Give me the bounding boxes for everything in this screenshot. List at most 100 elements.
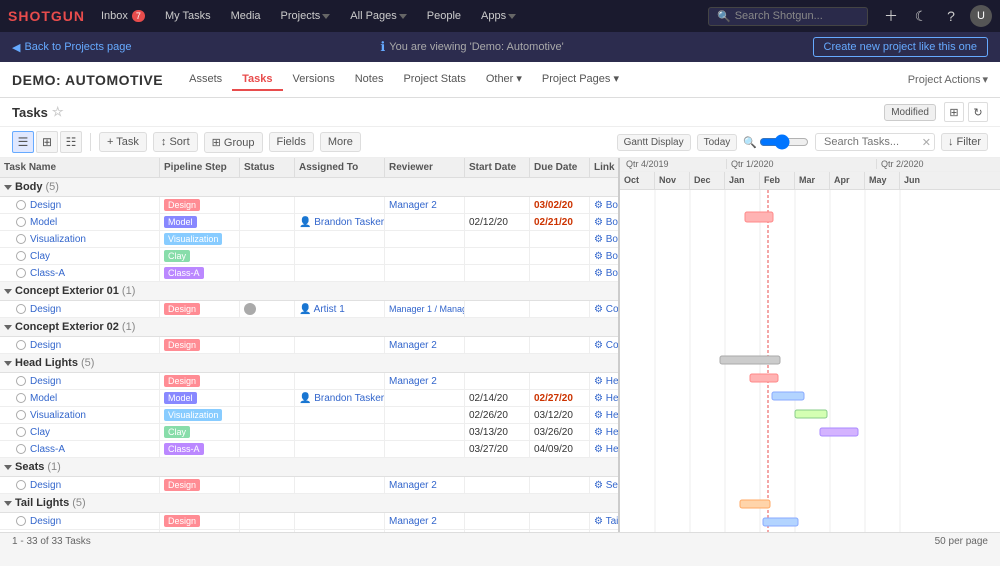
add-icon[interactable]: ＋ <box>880 5 902 27</box>
assigned-cell[interactable]: 👤 Brandon Tasker <box>295 214 385 230</box>
task-design-tl[interactable]: Design <box>0 513 160 529</box>
task-model-tl[interactable]: Model <box>0 530 160 532</box>
reviewer-cell[interactable]: Manager 2 <box>385 337 465 353</box>
today-button[interactable]: Today <box>697 134 738 151</box>
reviewer-cell[interactable]: Manager 1 / Manager 2 <box>385 301 465 317</box>
zoom-label: 🔍 <box>743 136 757 149</box>
project-actions-button[interactable]: Project Actions ▾ <box>908 73 988 86</box>
global-search[interactable]: 🔍 Search Shotgun... <box>708 7 868 26</box>
reviewer-cell[interactable]: Manager 2 <box>385 373 465 389</box>
task-viz-hl[interactable]: Visualization <box>0 407 160 423</box>
reviewer-cell[interactable]: Manager 2 <box>385 197 465 213</box>
task-design-seats[interactable]: Design <box>0 477 160 493</box>
task-clay-hl[interactable]: Clay <box>0 424 160 440</box>
user-avatar[interactable]: U <box>970 5 992 27</box>
pipeline-cell: Design <box>160 301 240 317</box>
link-cell[interactable]: ⚙ Head Lights <box>590 407 620 423</box>
refresh-icon[interactable]: ↻ <box>968 102 988 122</box>
task-classa-body[interactable]: Class-A <box>0 265 160 281</box>
nav-media[interactable]: Media <box>227 10 265 22</box>
task-status-dot <box>16 410 26 420</box>
pipeline-tag: Model <box>164 392 197 404</box>
status-cell <box>240 513 295 529</box>
sort-button[interactable]: ↕ Sort <box>153 132 198 152</box>
task-classa-hl[interactable]: Class-A <box>0 441 160 457</box>
grid-view-icon[interactable]: ⊞ <box>36 131 58 153</box>
view-toggle-icon[interactable]: ⊞ <box>944 102 964 122</box>
reviewer-cell <box>385 530 465 532</box>
link-cell[interactable]: ⚙ Seats <box>590 477 620 493</box>
link-cell[interactable]: ⚙ Head Lights <box>590 373 620 389</box>
nav-projects[interactable]: Projects <box>277 10 335 22</box>
favorite-star[interactable]: ☆ <box>52 104 64 120</box>
nav-apps[interactable]: Apps <box>477 10 520 22</box>
nav-my-tasks[interactable]: My Tasks <box>161 10 215 22</box>
gantt-bar-hl-viz <box>772 392 804 400</box>
link-cell[interactable]: ⚙ Body <box>590 265 620 281</box>
tab-other[interactable]: Other ▾ <box>476 68 532 91</box>
gantt-display-button[interactable]: Gantt Display <box>617 134 691 151</box>
task-model-body[interactable]: Model <box>0 214 160 230</box>
tab-assets[interactable]: Assets <box>179 69 232 91</box>
due-cell <box>530 248 590 264</box>
search-clear-icon[interactable]: ✕ <box>922 136 931 149</box>
assigned-cell <box>295 424 385 440</box>
reviewer-cell[interactable]: Manager 2 <box>385 513 465 529</box>
assigned-cell[interactable]: 👤 Brandon Tasker <box>295 390 385 406</box>
task-design-ce01[interactable]: Design <box>0 301 160 317</box>
search-tasks-input[interactable] <box>815 133 935 151</box>
tab-project-stats[interactable]: Project Stats <box>393 69 475 91</box>
group-button[interactable]: ⊞ Group <box>204 132 263 153</box>
reviewer-cell[interactable]: Manager 2 <box>385 477 465 493</box>
due-cell: 03/12/20 <box>530 407 590 423</box>
group-head-lights[interactable]: Head Lights (5) <box>0 354 618 373</box>
group-concept-ext-01[interactable]: Concept Exterior 01 (1) <box>0 282 618 301</box>
back-to-projects[interactable]: ◀ Back to Projects page <box>12 41 131 54</box>
assigned-cell[interactable]: 👤 Artist 1 <box>295 301 385 317</box>
group-body[interactable]: Body (5) <box>0 178 618 197</box>
nav-inbox[interactable]: Inbox 7 <box>97 10 149 22</box>
group-tail-lights[interactable]: Tail Lights (5) <box>0 494 618 513</box>
status-cell <box>240 530 295 532</box>
zoom-slider[interactable] <box>759 134 809 150</box>
detail-view-icon[interactable]: ☷ <box>60 131 82 153</box>
add-task-button[interactable]: + Task <box>99 132 147 152</box>
task-model-hl[interactable]: Model <box>0 390 160 406</box>
assigned-cell[interactable]: 👤 Brandon Tasker <box>295 530 385 532</box>
fields-button[interactable]: Fields <box>269 132 314 152</box>
group-concept-ext-02[interactable]: Concept Exterior 02 (1) <box>0 318 618 337</box>
link-cell[interactable]: ⚙ Tail Lights <box>590 530 620 532</box>
task-status-dot <box>16 268 26 278</box>
link-cell[interactable]: ⚙ Body <box>590 248 620 264</box>
link-cell[interactable]: ⚙ Body <box>590 231 620 247</box>
task-clay-body[interactable]: Clay <box>0 248 160 264</box>
task-design-body[interactable]: Design <box>0 197 160 213</box>
tab-project-pages[interactable]: Project Pages ▾ <box>532 68 629 91</box>
nav-all-pages[interactable]: All Pages <box>346 10 410 22</box>
group-seats[interactable]: Seats (1) <box>0 458 618 477</box>
link-cell[interactable]: ⚙ Body <box>590 214 620 230</box>
help-icon[interactable]: ? <box>940 5 962 27</box>
moon-icon[interactable]: ☾ <box>910 5 932 27</box>
gantt-bar-tl-model <box>740 500 770 508</box>
tab-tasks[interactable]: Tasks <box>232 69 282 91</box>
gantt-controls: Gantt Display Today 🔍 ✕ ↓ Filter <box>617 133 988 151</box>
pipeline-tag: Class-A <box>164 443 204 455</box>
link-cell[interactable]: ⚙ Head Lights <box>590 424 620 440</box>
list-view-icon[interactable]: ☰ <box>12 131 34 153</box>
tab-versions[interactable]: Versions <box>283 69 345 91</box>
more-button[interactable]: More <box>320 132 361 152</box>
link-cell[interactable]: ⚙ Concept Exterior 02 <box>590 337 620 353</box>
nav-people[interactable]: People <box>423 10 465 22</box>
filter-button[interactable]: ↓ Filter <box>941 133 988 151</box>
task-viz-body[interactable]: Visualization <box>0 231 160 247</box>
task-design-hl[interactable]: Design <box>0 373 160 389</box>
tab-notes[interactable]: Notes <box>345 69 394 91</box>
link-cell[interactable]: ⚙ Concept Exterior 01 <box>590 301 620 317</box>
link-cell[interactable]: ⚙ Head Lights <box>590 390 620 406</box>
link-cell[interactable]: ⚙ Tail Lights <box>590 513 620 529</box>
create-project-button[interactable]: Create new project like this one <box>813 37 988 57</box>
link-cell[interactable]: ⚙ Body <box>590 197 620 213</box>
link-cell[interactable]: ⚙ Head Lights <box>590 441 620 457</box>
task-design-ce02[interactable]: Design <box>0 337 160 353</box>
